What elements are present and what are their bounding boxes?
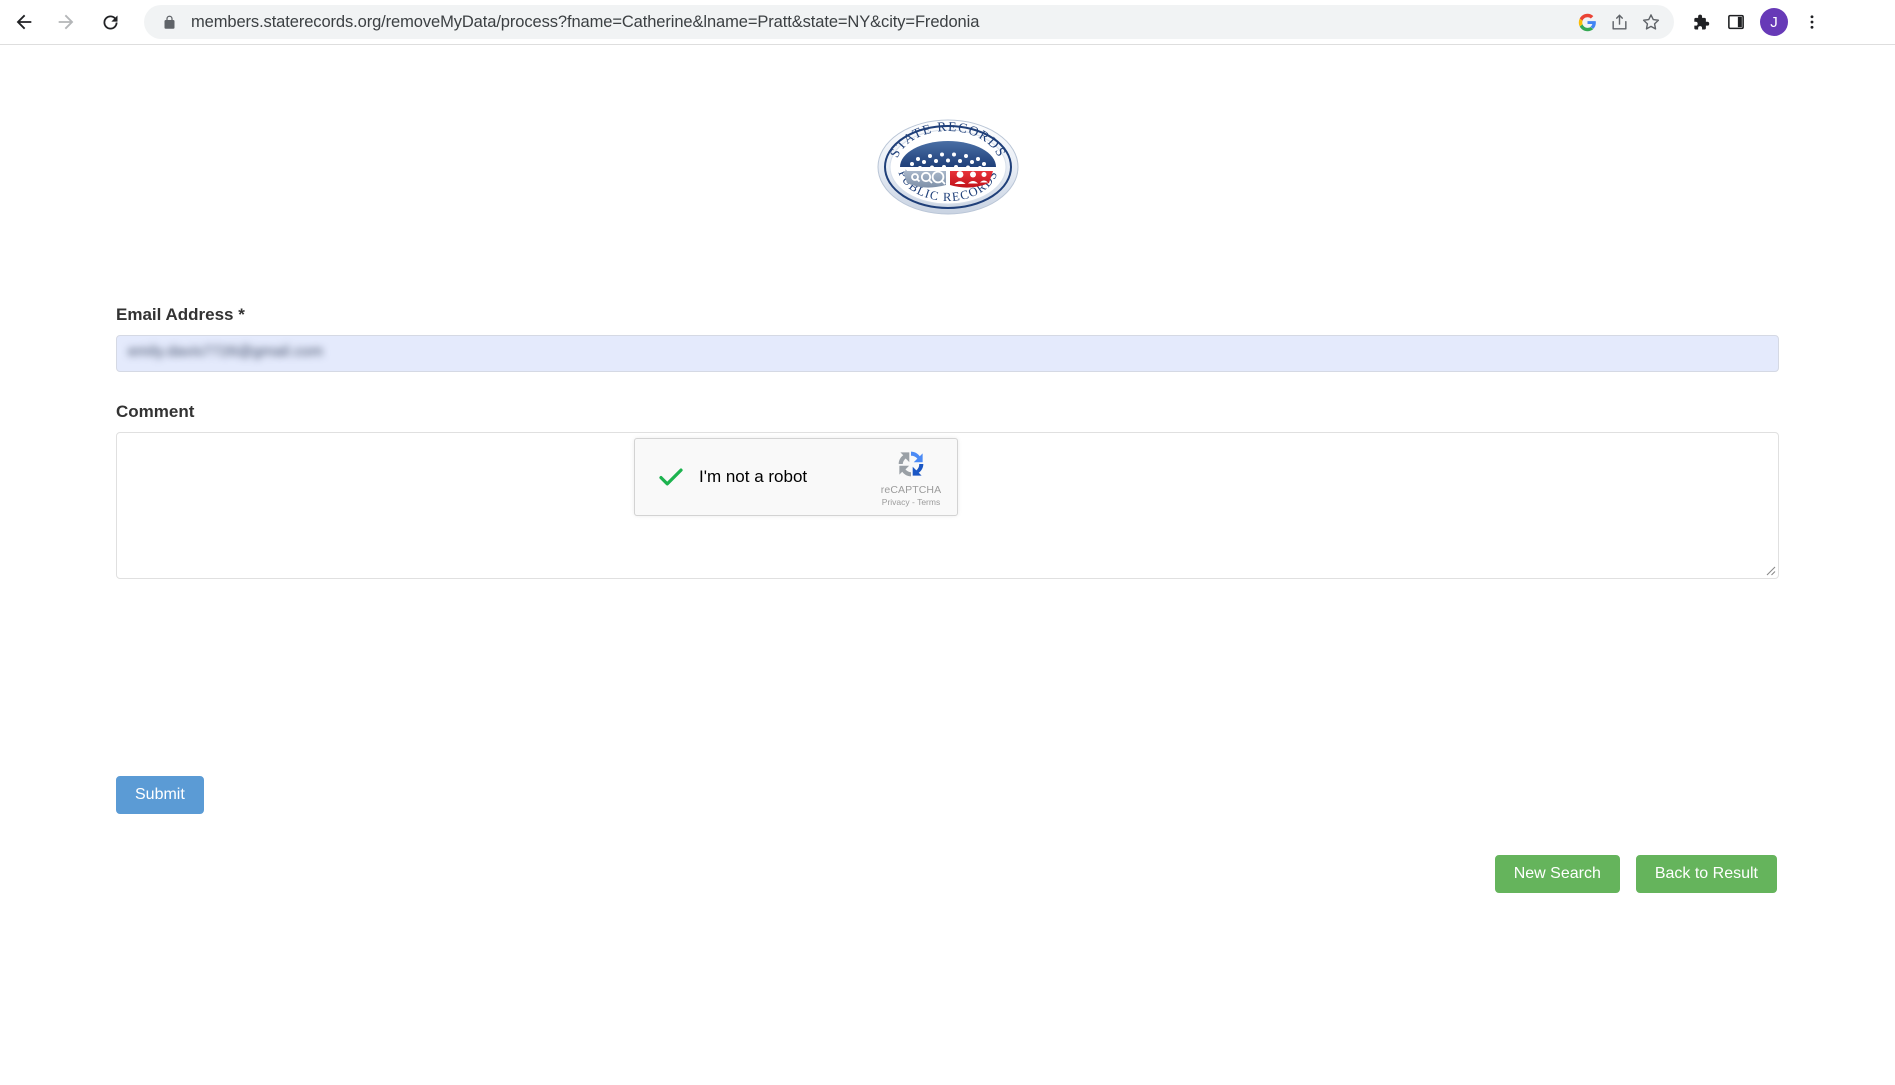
new-search-button[interactable]: New Search [1494, 855, 1620, 893]
submit-button[interactable]: Submit [116, 776, 204, 814]
back-to-result-button[interactable]: Back to Result [1635, 855, 1777, 893]
recaptcha-logo-icon [894, 447, 928, 481]
puzzle-piece-icon[interactable] [1684, 6, 1716, 38]
email-field-wrapper: emily.davis7726@gmail.com [116, 335, 1779, 372]
forward-arrow-icon[interactable] [48, 4, 84, 40]
avatar[interactable]: J [1760, 8, 1788, 36]
share-icon[interactable] [1604, 7, 1634, 37]
comment-label: Comment [116, 402, 1779, 422]
site-logo-container: STATE RECORDS PUBLIC RECORDS [0, 113, 1895, 217]
google-g-icon[interactable] [1572, 7, 1602, 37]
recaptcha-brand-name: reCAPTCHA [880, 484, 942, 496]
recaptcha-branding: reCAPTCHA Privacy - Terms [871, 447, 951, 507]
reload-icon[interactable] [92, 4, 128, 40]
required-marker: * [238, 305, 245, 324]
back-arrow-icon[interactable] [6, 4, 42, 40]
three-dot-menu-icon[interactable] [1796, 6, 1828, 38]
recaptcha-checkmark-icon[interactable] [655, 461, 687, 493]
email-address-label: Email Address * [116, 305, 1779, 325]
comment-label-text: Comment [116, 402, 195, 421]
email-label-text: Email Address [116, 305, 234, 324]
state-records-public-records-seal[interactable]: STATE RECORDS PUBLIC RECORDS [874, 113, 1022, 217]
page-content: STATE RECORDS PUBLIC RECORDS [0, 45, 1895, 1085]
browser-toolbar: members.staterecords.org/removeMyData/pr… [0, 0, 1895, 45]
star-bookmark-icon[interactable] [1636, 7, 1666, 37]
recaptcha-label: I'm not a robot [699, 467, 808, 486]
email-field[interactable] [116, 335, 1779, 372]
url-text: members.staterecords.org/removeMyData/pr… [191, 12, 980, 31]
bottom-action-buttons: New Search Back to Result [1494, 855, 1777, 893]
side-panel-icon[interactable] [1720, 6, 1752, 38]
address-bar[interactable]: members.staterecords.org/removeMyData/pr… [144, 5, 1674, 39]
recaptcha-widget[interactable]: I'm not a robot reCAPTCHA Privacy - Term… [634, 438, 958, 516]
lock-icon[interactable] [162, 15, 177, 30]
omnibox-actions [1572, 7, 1666, 37]
recaptcha-legal-links[interactable]: Privacy - Terms [882, 497, 940, 507]
toolbar-right-actions: J [1684, 6, 1836, 38]
